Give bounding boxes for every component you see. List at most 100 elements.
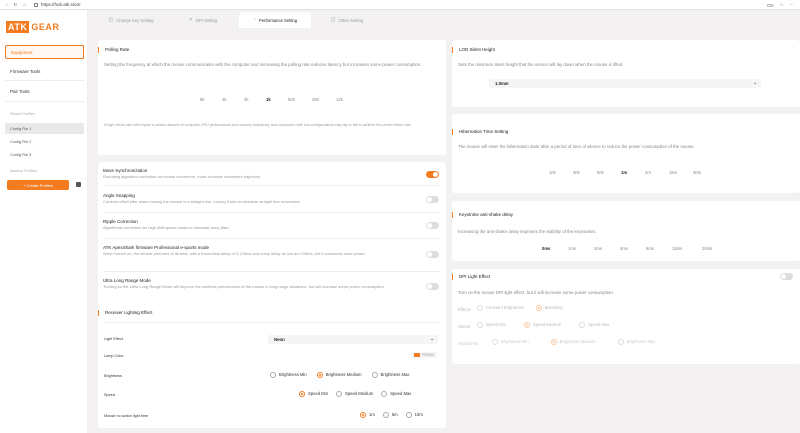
option-label: 10m [414, 412, 423, 418]
antishake-option[interactable]: 8ms [646, 246, 672, 251]
tab-label: Change Key Setting [116, 17, 154, 23]
divider [5, 101, 84, 102]
effects-radio-group: Constant Brightness Breathing [477, 305, 563, 311]
address-bar[interactable]: https://hub.atk.store [34, 2, 794, 7]
switch-desc: Algorithmic correction for high shift sp… [103, 225, 230, 230]
dpi-light-toggle[interactable] [780, 273, 793, 280]
hibernation-option[interactable]: 50s [597, 170, 621, 175]
reload-icon[interactable]: ↻ [14, 2, 18, 8]
polling-option-2k[interactable]: 2k [244, 97, 266, 102]
color-swatch [414, 353, 420, 357]
antishake-option[interactable]: 1ms [568, 246, 594, 251]
angle-snapping-toggle[interactable] [426, 196, 439, 203]
ripple-correction-toggle[interactable] [426, 222, 439, 229]
no-action-1m-option[interactable]: 1m [360, 412, 375, 418]
hibernation-option[interactable]: 15m [669, 170, 693, 175]
sidebar-item-firmware-tools[interactable]: Firmware Tools [5, 66, 84, 77]
polling-option-500[interactable]: 500 [288, 97, 312, 102]
dpi-speed-max-option[interactable]: Speed Max [579, 322, 609, 328]
config-file-item[interactable]: Config File 1 [5, 123, 84, 134]
antishake-option[interactable]: 15ms [672, 246, 702, 251]
dpi-speed-min-option[interactable]: Speed Min [477, 322, 506, 328]
star-icon[interactable]: ☆ [779, 2, 783, 8]
config-file-item[interactable]: Config File 2 [5, 136, 84, 147]
ultra-long-range-toggle[interactable] [426, 283, 439, 290]
brightness-medium-option[interactable]: Brightness Medium [316, 372, 362, 378]
create-profile-button[interactable]: + Create Profiles [7, 180, 69, 190]
dpi-brightness-min-option[interactable]: Brightness Min [492, 339, 529, 345]
browser-extra-text: CN [766, 2, 774, 8]
tab-other-setting[interactable]: ◫ Other Setting [311, 12, 383, 28]
back-icon[interactable]: ‹ [6, 2, 8, 8]
polling-option-8k[interactable]: 8k [200, 97, 222, 102]
speed-max-option[interactable]: Speed Max [381, 391, 411, 397]
sidebar-item-pair-tools[interactable]: Pair Tools [5, 86, 84, 97]
switch-desc: Corrects offset jitter when moving the m… [103, 199, 301, 204]
lod-height-select[interactable]: 1.0mm ⌄ [489, 79, 761, 88]
panel-title: Receiver Lighting Effect [98, 310, 152, 316]
option-label: Speed Medium [345, 391, 374, 397]
receiver-lighting-panel: Receiver Lighting Effect Light Effect Ne… [98, 303, 446, 428]
lod-panel: LOD Silent Height Sets the minimum silen… [452, 40, 800, 107]
brightness-min-option[interactable]: Brightness Min [270, 372, 307, 378]
antishake-option[interactable]: 20ms [702, 246, 728, 251]
no-action-light-label: Mouse no action light time [104, 414, 149, 418]
option-label: Speed Max [588, 322, 610, 328]
tab-performance-setting[interactable]: ◔ Performance Setting [239, 12, 311, 28]
extensions-icon[interactable]: ⋯ [790, 2, 795, 8]
polling-option-4k[interactable]: 4k [222, 97, 244, 102]
antishake-option[interactable]: 2ms [594, 246, 620, 251]
light-effect-select[interactable]: Neon ⌄ [268, 335, 438, 344]
radio-icon [477, 322, 483, 328]
divider [5, 80, 84, 81]
dpi-light-desc: Turn on the mouse DPI light effect, but … [458, 290, 614, 295]
brightness-label: Brightness [104, 374, 122, 378]
hibernation-option[interactable]: 2m [645, 170, 669, 175]
lamp-color-field[interactable]: FF5300 [411, 352, 438, 358]
radio-icon [316, 372, 323, 378]
constant-brightness-option[interactable]: Constant Brightness [477, 305, 524, 311]
hibernation-option[interactable]: 30s [573, 170, 597, 175]
switch-desc: When turned on, the sensor performs at i… [103, 251, 366, 256]
dpi-brightness-label: Brightness [458, 341, 478, 346]
hibernation-option[interactable]: 30m [693, 170, 717, 175]
breathing-option[interactable]: Breathing [535, 305, 563, 311]
config-file-item[interactable]: Config File 3 [5, 149, 84, 160]
no-action-10m-option[interactable]: 10m [405, 412, 423, 418]
sidebar-item-equipment[interactable]: Equipment [5, 45, 84, 59]
move-sync-toggle[interactable] [426, 171, 439, 178]
hibernation-panel: Hibernation Time Setting The mouse will … [452, 114, 800, 193]
speed-medium-option[interactable]: Speed Medium [336, 391, 373, 397]
radio-icon [477, 305, 483, 311]
radio-icon [550, 339, 557, 345]
no-action-5m-option[interactable]: 5m [382, 412, 398, 418]
option-label: 5m [391, 412, 398, 418]
browser-nav: ‹ ↻ ⌂ [6, 2, 26, 8]
home-icon[interactable]: ⌂ [23, 2, 26, 8]
dpi-brightness-max-option[interactable]: Brightness Max [617, 339, 656, 345]
dpi-speed-medium-option[interactable]: Speed Medium [524, 322, 561, 328]
brightness-max-option[interactable]: Brightness Max [371, 372, 409, 378]
tab-dpi-setting[interactable]: ✕ DPI Setting [167, 12, 239, 28]
lod-value: 1.0mm [495, 81, 509, 86]
esports-mode-toggle[interactable] [426, 251, 439, 258]
tab-change-key-setting[interactable]: ◫ Change Key Setting [95, 12, 167, 28]
polling-option-250[interactable]: 250 [312, 97, 336, 102]
trash-icon[interactable] [76, 182, 81, 187]
switches-panel: Move Synchronization Rounding algorithm … [98, 162, 446, 306]
radio-icon [524, 322, 531, 328]
antishake-option[interactable]: 4ms [620, 246, 646, 251]
polling-option-125[interactable]: 125 [336, 97, 360, 102]
radio-icon [381, 391, 388, 397]
hibernation-option[interactable]: 10s [549, 170, 573, 175]
hibernation-options: 10s 30s 50s 1m 2m 15m 30m [549, 170, 717, 175]
speed-radio-group: Speed Min Speed Medium Speed Max [299, 391, 411, 397]
radio-icon [382, 412, 389, 418]
radio-icon [405, 412, 412, 418]
chevron-down-icon: ⌄ [430, 336, 434, 341]
radio-icon [360, 412, 366, 418]
url-text: https://hub.atk.store [41, 2, 81, 7]
dpi-brightness-medium-option[interactable]: Brightness Medium [550, 339, 596, 345]
option-label: Brightness Max [626, 339, 656, 345]
speed-min-option[interactable]: Speed Min [299, 391, 328, 397]
